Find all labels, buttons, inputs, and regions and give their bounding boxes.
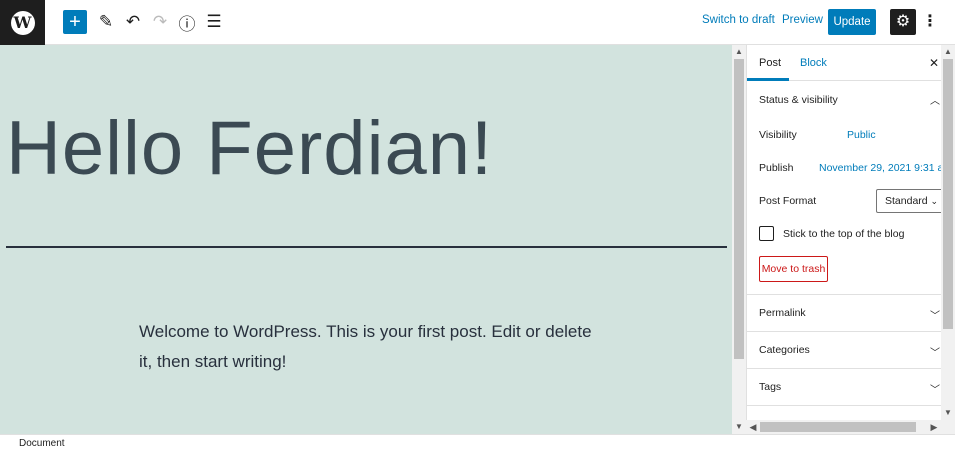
redo-button[interactable]: ↷	[149, 9, 171, 35]
chevron-down-icon[interactable]: ﹀	[930, 381, 940, 396]
chevron-down-icon[interactable]: ﹀	[930, 344, 940, 359]
undo-button[interactable]: ↶	[122, 9, 144, 35]
panel-divider	[747, 294, 941, 295]
more-vertical-icon: ⋮	[922, 13, 938, 30]
redo-icon: ↷	[152, 12, 168, 31]
tab-post[interactable]: Post	[759, 45, 781, 81]
list-view-icon: ☰	[206, 12, 222, 31]
more-options-button[interactable]: ⋮	[922, 12, 938, 34]
sidebar-horizontal-scrollbar[interactable]: ◀ ▶	[746, 420, 955, 434]
panel-divider	[747, 368, 941, 369]
sticky-checkbox[interactable]	[759, 226, 774, 241]
breadcrumb-document[interactable]: Document	[19, 438, 65, 449]
editor-canvas[interactable]: Hello Ferdian! Welcome to WordPress. Thi…	[0, 45, 732, 434]
details-button[interactable]: ⓘ	[176, 9, 198, 35]
categories-panel-toggle[interactable]: Categories	[759, 344, 810, 356]
block-breadcrumb-bar: Document	[0, 434, 955, 452]
settings-sidebar: Post Block ✕ Status & visibility ︿ Visib…	[746, 45, 941, 434]
scroll-left-icon[interactable]: ◀	[746, 420, 760, 434]
close-icon[interactable]: ✕	[929, 45, 939, 81]
update-button[interactable]: Update	[828, 9, 876, 35]
separator-block[interactable]	[6, 246, 727, 248]
gear-icon: ⚙	[895, 13, 911, 30]
panel-divider	[747, 405, 941, 406]
add-block-button[interactable]: +	[63, 10, 87, 34]
chevron-down-icon[interactable]: ﹀	[930, 307, 940, 322]
scroll-down-icon[interactable]: ▼	[941, 406, 955, 420]
publish-label: Publish	[759, 162, 794, 174]
chevron-down-icon: ⌄	[930, 196, 938, 206]
list-view-button[interactable]: ☰	[203, 9, 225, 35]
info-icon: ⓘ	[178, 14, 196, 34]
scroll-up-icon[interactable]: ▲	[732, 45, 746, 59]
visibility-toggle[interactable]: Public	[847, 129, 876, 141]
scroll-up-icon[interactable]: ▲	[941, 45, 955, 59]
scroll-right-icon[interactable]: ▶	[927, 420, 941, 434]
undo-icon: ↶	[125, 12, 141, 31]
publish-date-toggle[interactable]: November 29, 2021 9:31 am	[819, 162, 941, 174]
tags-panel-toggle[interactable]: Tags	[759, 381, 781, 393]
wordpress-logo-icon: W	[10, 10, 35, 35]
plus-icon: +	[69, 11, 81, 33]
sticky-label[interactable]: Stick to the top of the blog	[783, 228, 904, 240]
post-format-select[interactable]: Standard ⌄	[876, 189, 941, 213]
move-to-trash-button[interactable]: Move to trash	[759, 256, 828, 282]
status-visibility-panel-toggle[interactable]: Status & visibility	[759, 94, 838, 106]
settings-button[interactable]: ⚙	[890, 9, 916, 35]
scrollbar-thumb[interactable]	[734, 59, 744, 359]
panel-divider	[747, 331, 941, 332]
post-format-label: Post Format	[759, 195, 817, 207]
post-format-value: Standard	[885, 195, 928, 207]
scroll-down-icon[interactable]: ▼	[732, 420, 746, 434]
visibility-label: Visibility	[759, 129, 797, 141]
permalink-panel-toggle[interactable]: Permalink	[759, 307, 806, 319]
switch-to-draft-button[interactable]: Switch to draft	[702, 14, 775, 26]
sidebar-tabs: Post Block ✕	[747, 45, 941, 81]
editor-scrollbar[interactable]: ▲ ▼	[732, 45, 746, 434]
tab-block[interactable]: Block	[800, 45, 827, 81]
editor-header: W + ✎ ↶ ↷ ⓘ ☰ Switch to draft Preview Up…	[0, 0, 955, 45]
chevron-up-icon[interactable]: ︿	[930, 92, 940, 107]
preview-button[interactable]: Preview	[782, 14, 823, 26]
scrollbar-thumb[interactable]	[760, 422, 916, 432]
wordpress-logo-button[interactable]: W	[0, 0, 45, 45]
post-title[interactable]: Hello Ferdian!	[6, 105, 493, 192]
sidebar-scrollbar[interactable]: ▲ ▼	[941, 45, 955, 420]
pencil-icon: ✎	[98, 12, 114, 31]
active-tab-indicator	[747, 78, 789, 81]
paragraph-block[interactable]: Welcome to WordPress. This is your first…	[139, 317, 599, 377]
scrollbar-thumb[interactable]	[943, 59, 953, 329]
tools-button[interactable]: ✎	[95, 9, 117, 35]
